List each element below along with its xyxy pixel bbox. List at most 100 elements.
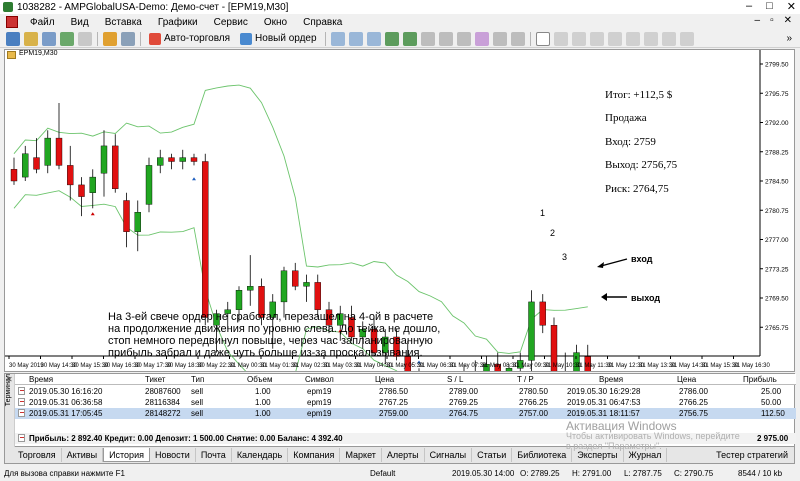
- row-volume: 1.00: [255, 409, 271, 418]
- chart-header: EPM19,M30: [5, 50, 794, 60]
- history-row-selected[interactable]: 2019.05.31 17:05:45 28148272 sell 1.00 e…: [15, 408, 796, 419]
- candle-body: [55, 137, 63, 166]
- minimize-button[interactable]: –: [746, 0, 752, 13]
- new-chart-icon[interactable]: [6, 31, 20, 46]
- profiles-icon[interactable]: [24, 31, 38, 46]
- cursor-icon[interactable]: [535, 31, 550, 46]
- tab-company[interactable]: Компания: [288, 448, 341, 462]
- market-watch-icon[interactable]: [42, 31, 56, 46]
- row-price: 2786.50: [379, 387, 408, 396]
- strategy-tester-button[interactable]: Тестер стратегий: [716, 450, 788, 460]
- toolbar-more-icon[interactable]: »: [786, 33, 792, 44]
- tab-news[interactable]: Новости: [150, 448, 196, 462]
- history-row[interactable]: 2019.05.31 06:36:58 28116384 sell 1.00 e…: [15, 397, 796, 408]
- status-open: O: 2789.25: [520, 469, 560, 478]
- candlestick-chart-icon[interactable]: [348, 31, 363, 46]
- fibonacci-icon[interactable]: [643, 31, 658, 46]
- arrows-tool-icon[interactable]: [679, 31, 694, 46]
- tab-articles[interactable]: Статьи: [472, 448, 513, 462]
- candle-body: [44, 137, 51, 166]
- templates-icon[interactable]: [510, 31, 525, 46]
- exit-arrow-label: выход: [631, 293, 661, 303]
- menu-view[interactable]: Вид: [63, 17, 97, 28]
- col-open-time[interactable]: Время: [29, 375, 53, 384]
- menu-help[interactable]: Справка: [295, 17, 350, 28]
- chart-window-icon[interactable]: [6, 16, 18, 28]
- menu-window[interactable]: Окно: [256, 17, 295, 28]
- close-button[interactable]: ✕: [787, 0, 796, 13]
- menu-file[interactable]: Файл: [22, 17, 63, 28]
- tab-alerts[interactable]: Алерты: [382, 448, 425, 462]
- app-icon: [3, 2, 13, 12]
- vertical-line-icon[interactable]: [571, 31, 586, 46]
- tab-mailbox[interactable]: Почта: [196, 448, 232, 462]
- terminal-side-strip[interactable]: Терминал: [5, 374, 15, 448]
- tester-icon[interactable]: [121, 31, 135, 46]
- periods-icon[interactable]: [492, 31, 507, 46]
- row-ticket: 28087600: [145, 387, 181, 396]
- col-sl[interactable]: S / L: [447, 375, 463, 384]
- chart-window[interactable]: 2799.50 2795.75 2792.00 2788.25 2784.50 2780.…: [4, 49, 795, 372]
- trendline-icon[interactable]: [607, 31, 622, 46]
- zoom-out-icon[interactable]: [402, 31, 417, 46]
- col-volume[interactable]: Объем: [247, 375, 273, 384]
- indicators-icon[interactable]: [474, 31, 489, 46]
- col-ticket[interactable]: Тикет: [145, 375, 165, 384]
- mdi-restore-button[interactable]: ▫: [770, 15, 774, 26]
- title-bar: 1038282 - AMPGlobalUSA-Demo: Демо-счет -…: [0, 0, 800, 14]
- row-sl: 2764.75: [449, 409, 478, 418]
- tab-history[interactable]: История: [103, 448, 150, 462]
- candle-body: [123, 200, 130, 232]
- zoom-in-icon[interactable]: [384, 31, 399, 46]
- tab-exposure[interactable]: Активы: [62, 448, 104, 462]
- tab-signals[interactable]: Сигналы: [425, 448, 473, 462]
- col-tp[interactable]: T / P: [517, 375, 534, 384]
- new-order-button[interactable]: Новый ордер: [235, 31, 322, 47]
- col-type[interactable]: Тип: [191, 375, 204, 384]
- menu-charts[interactable]: Графики: [150, 17, 206, 28]
- tile-windows-icon[interactable]: [420, 31, 435, 46]
- crosshair-icon[interactable]: [553, 31, 568, 46]
- mdi-minimize-button[interactable]: –: [755, 15, 761, 26]
- y-tick-label: 2773.25: [765, 266, 789, 273]
- navigator-icon[interactable]: [60, 31, 74, 46]
- row-tp: 2780.50: [519, 387, 548, 396]
- editor-icon[interactable]: [103, 31, 117, 46]
- tab-trade[interactable]: Торговля: [13, 448, 62, 462]
- terminal-icon[interactable]: [78, 31, 92, 46]
- col-symbol[interactable]: Символ: [305, 375, 334, 384]
- tab-library[interactable]: Библиотека: [512, 448, 573, 462]
- terminal-close-icon[interactable]: ✕: [6, 375, 13, 384]
- col-profit[interactable]: Прибыль: [743, 375, 777, 384]
- tab-calendar[interactable]: Календарь: [232, 448, 289, 462]
- tab-market[interactable]: Маркет: [340, 448, 382, 462]
- candle-body: [202, 161, 209, 318]
- col-close-time[interactable]: Время: [599, 375, 623, 384]
- autotrading-button[interactable]: Авто-торговля: [144, 31, 235, 47]
- candle-body: [539, 301, 546, 326]
- exit-arrowhead: [601, 293, 607, 301]
- col-close-price[interactable]: Цена: [677, 375, 696, 384]
- menu-tools[interactable]: Сервис: [206, 17, 256, 28]
- status-help: Для вызова справки нажмите F1: [4, 469, 125, 478]
- candle-body: [235, 289, 243, 310]
- text-tool-icon[interactable]: [661, 31, 676, 46]
- comment-line-2: на продолжение движения по уровню слева.…: [108, 323, 441, 335]
- history-row[interactable]: 2019.05.30 16:16:20 28087600 sell 1.00 e…: [15, 386, 796, 397]
- menu-insert[interactable]: Вставка: [97, 17, 150, 28]
- maximize-button[interactable]: □: [766, 0, 773, 13]
- note-total: Итог: +112,5 $: [605, 89, 673, 101]
- col-price[interactable]: Цена: [375, 375, 394, 384]
- channel-icon[interactable]: [625, 31, 640, 46]
- bar-chart-icon[interactable]: [330, 31, 345, 46]
- horizontal-line-icon[interactable]: [589, 31, 604, 46]
- autoscroll-icon[interactable]: [456, 31, 471, 46]
- candle-body: [89, 176, 96, 193]
- chart-shift-icon[interactable]: [438, 31, 453, 46]
- y-tick-label: 2769.50: [765, 296, 789, 303]
- row-type: sell: [191, 409, 204, 418]
- chart-symbol-label: EPM19,M30: [19, 50, 58, 57]
- line-chart-icon[interactable]: [366, 31, 381, 46]
- row-close-time: 2019.05.30 16:29:28: [567, 387, 641, 396]
- mdi-close-button[interactable]: ✕: [784, 15, 792, 26]
